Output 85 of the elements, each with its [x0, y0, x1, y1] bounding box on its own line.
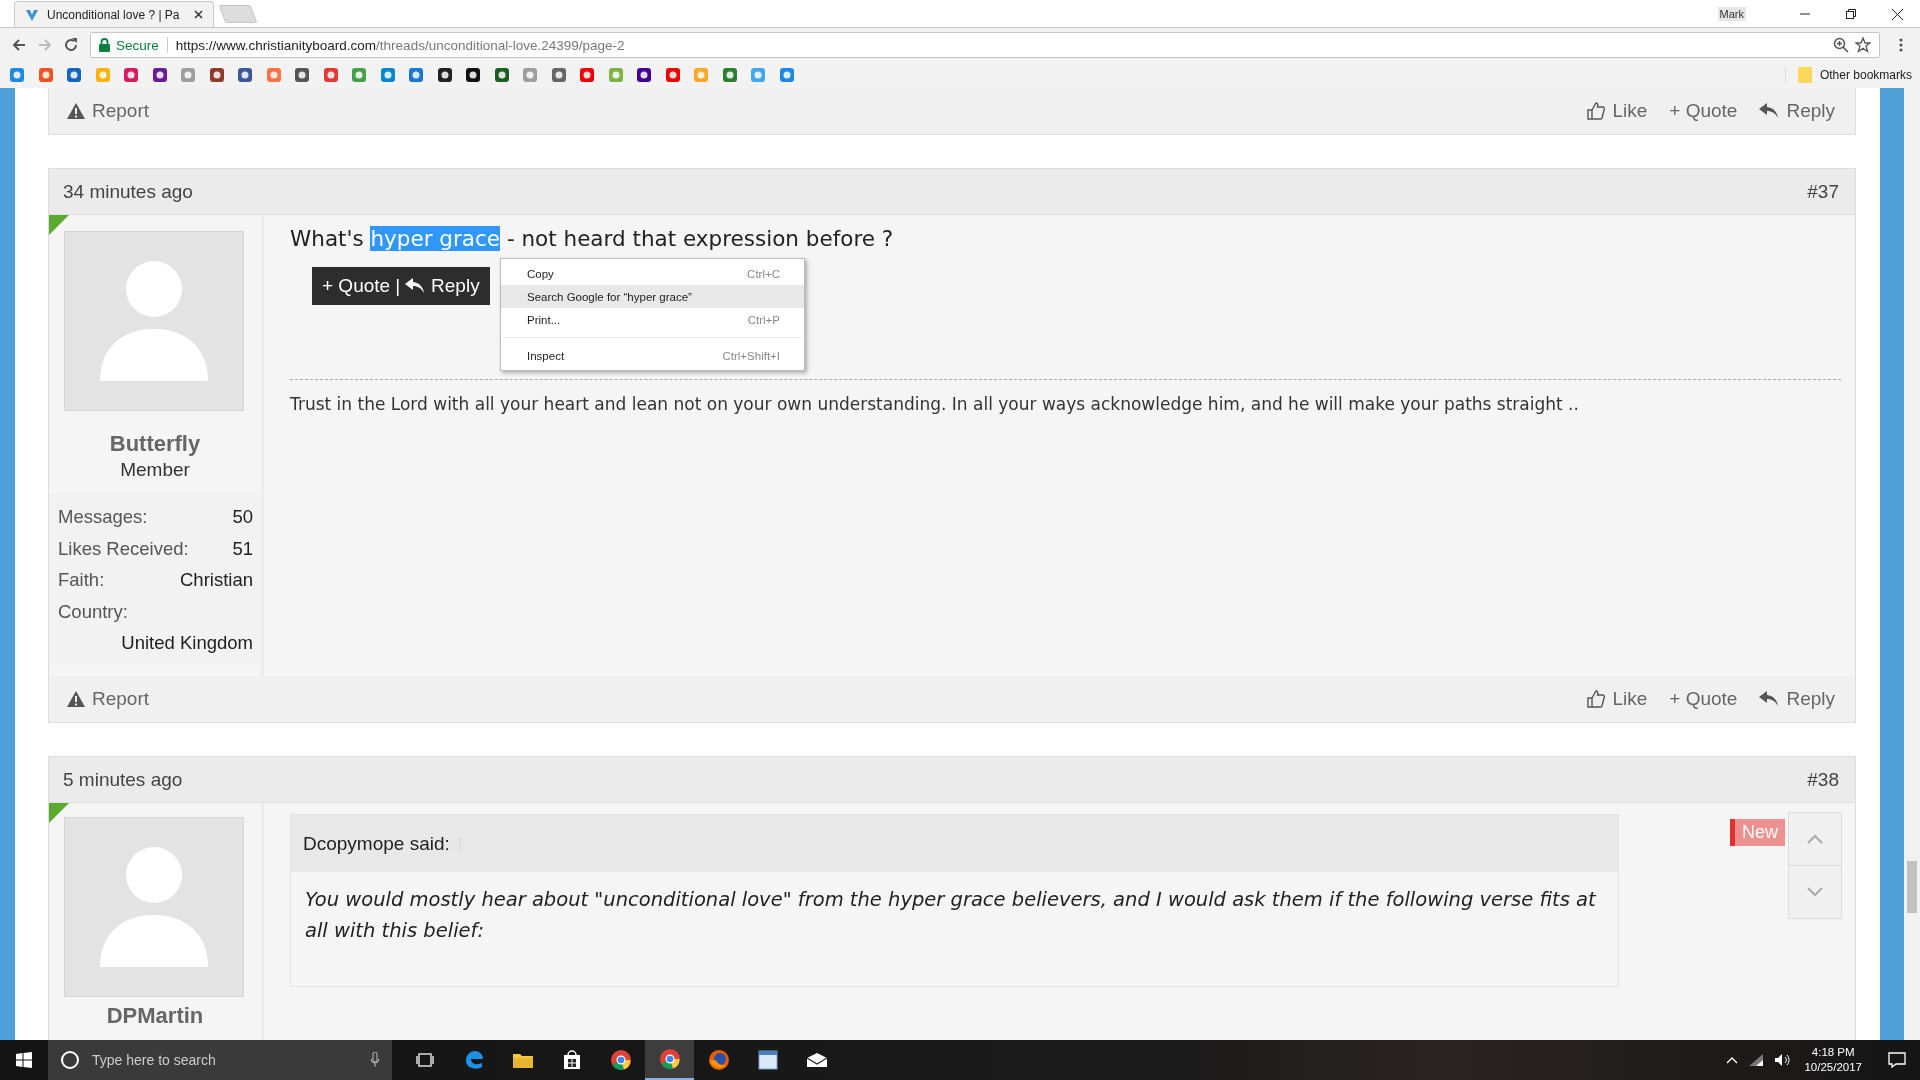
stat-value: 50 — [232, 505, 253, 529]
signature-text: Trust in the Lord with all your heart and lean not on your own understanding. In all your ways acknowledge him, and he will make your paths straight .. — [290, 394, 1580, 414]
bookmark-icon[interactable] — [294, 67, 310, 83]
bookmark-icon[interactable] — [208, 67, 225, 83]
new-badge: New — [1730, 819, 1785, 846]
post-text: What's hyper grace - not heard that expression before ? — [290, 225, 895, 253]
quote-button[interactable]: + Quote — [322, 275, 391, 297]
thumbs-up-icon[interactable] — [1587, 690, 1606, 708]
warning-icon[interactable] — [67, 103, 85, 119]
reply-button[interactable]: Reply — [405, 275, 480, 297]
notification-icon[interactable] — [1888, 1052, 1906, 1068]
stat-label: Faith: — [58, 568, 105, 592]
lock-icon — [99, 38, 110, 52]
volume-icon[interactable] — [1774, 1053, 1793, 1067]
stat-value: United Kingdom — [121, 631, 253, 655]
post-number[interactable]: #37 — [1807, 180, 1839, 203]
bookmark-icon[interactable] — [636, 67, 652, 83]
bookmark-icon[interactable] — [465, 67, 481, 83]
close-icon[interactable] — [194, 10, 203, 19]
search-field[interactable]: Type here to search — [48, 1040, 392, 1080]
taskbar-button[interactable] — [645, 1040, 694, 1080]
stat-value: 51 — [232, 536, 253, 561]
thumbs-up-icon[interactable] — [1587, 102, 1606, 120]
user-name[interactable]: DPMartin — [49, 1003, 261, 1029]
favicon-icon — [25, 7, 39, 22]
microphone-icon[interactable] — [370, 1052, 380, 1068]
globe-icon[interactable] — [707, 1049, 730, 1071]
reply-icon[interactable] — [405, 278, 426, 294]
search-icon[interactable] — [60, 1050, 80, 1070]
like-link[interactable]: Like — [1587, 100, 1648, 122]
reload-icon[interactable] — [63, 37, 79, 53]
browser-icon[interactable] — [658, 1048, 681, 1070]
menu-item[interactable]: Search Google for “hyper grace” — [501, 285, 804, 308]
bookmark-icon[interactable] — [493, 67, 510, 83]
network-icon[interactable] — [1748, 1053, 1765, 1067]
bookmark-icon[interactable] — [237, 67, 253, 83]
corner-marker — [49, 215, 69, 235]
reply-link[interactable]: Reply — [1759, 100, 1835, 122]
zoom-icon[interactable] — [1833, 37, 1849, 53]
post-number[interactable]: #38 — [1807, 768, 1839, 791]
task-view-icon[interactable] — [415, 1052, 434, 1068]
report-link[interactable]: Report — [67, 100, 150, 122]
quote-author: Dcopymope said: — [303, 832, 450, 855]
quote-link[interactable]: + Quote — [1669, 688, 1738, 710]
reply-icon[interactable] — [1759, 103, 1780, 119]
clock[interactable]: 4:18 PM 10/25/2017 — [1804, 1045, 1862, 1075]
stat-label: Likes Received: — [58, 536, 189, 561]
warning-icon[interactable] — [67, 691, 85, 707]
stat-label: Country: — [58, 599, 128, 624]
menu-item[interactable]: Print... Ctrl+P — [501, 308, 804, 331]
profile-name[interactable]: Mark — [1717, 7, 1746, 21]
quote-text: You would mostly hear about "unconditional love" from the hyper grace believers, and I would ask them if the following verse fits at all with this belief: — [304, 887, 1597, 944]
menu-item[interactable]: Inspect Ctrl+Shift+I — [501, 344, 804, 367]
restore-icon[interactable] — [1846, 9, 1856, 19]
reply-link[interactable]: Reply — [1759, 688, 1835, 710]
scrollbar[interactable] — [1904, 88, 1920, 1040]
separator-text: | — [395, 275, 401, 297]
bag-icon[interactable] — [561, 1050, 582, 1070]
browser-icon[interactable] — [609, 1049, 632, 1071]
back-arrow-icon[interactable] — [11, 37, 27, 53]
windows-icon[interactable] — [16, 1052, 32, 1068]
menu-item[interactable]: Copy Ctrl+C — [501, 262, 804, 285]
post-time: 34 minutes ago — [63, 180, 193, 203]
like-link[interactable]: Like — [1587, 688, 1648, 710]
corner-marker — [49, 803, 69, 823]
stat-label: Messages: — [58, 505, 148, 529]
stat-value: Christian — [180, 568, 253, 592]
address-bar[interactable]: Secure https://www.christianityboard.com/threads/unconditional-love.24399/page-2 — [90, 32, 1880, 58]
security-label: Secure — [116, 37, 159, 53]
close-icon[interactable] — [1891, 8, 1903, 20]
mail-icon[interactable] — [805, 1052, 828, 1068]
quote-link[interactable]: + Quote — [1669, 100, 1738, 122]
bookmark-icon[interactable] — [151, 67, 168, 83]
reply-icon[interactable] — [1759, 691, 1780, 707]
url-text: https://www.christianityboard.com/threads/unconditional-love.24399/page-2 — [175, 37, 625, 53]
user-name[interactable]: Butterfly — [49, 431, 261, 457]
report-link[interactable]: Report — [67, 688, 150, 710]
other-bookmarks[interactable]: Other bookmarks — [1784, 67, 1920, 83]
star-icon[interactable] — [1855, 37, 1871, 53]
bookmark-icon[interactable] — [436, 67, 453, 83]
browser-tab[interactable]: Unconditional love ? | Pa — [14, 1, 214, 27]
folder-icon[interactable] — [511, 1051, 534, 1069]
window-icon[interactable] — [757, 1050, 778, 1070]
post-time: 5 minutes ago — [63, 768, 183, 791]
user-role: Member — [119, 459, 191, 481]
